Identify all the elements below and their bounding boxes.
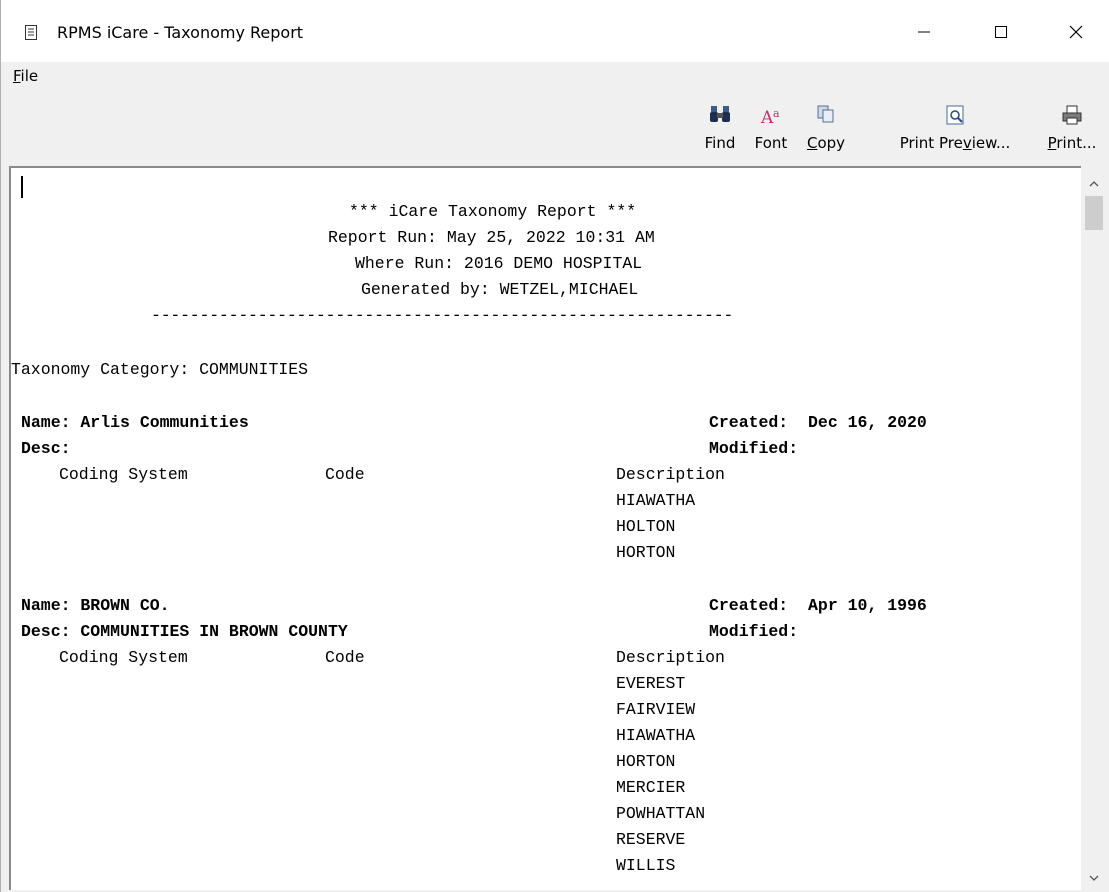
- col-coding-system: Coding System: [59, 648, 188, 667]
- taxonomy-report-window: RPMS iCare - Taxonomy Report File Find A…: [0, 0, 1109, 892]
- entry-modified: Modified:: [709, 439, 799, 458]
- list-item: HIAWATHA: [616, 491, 696, 510]
- report-header-by: Generated by: WETZEL,MICHAEL: [361, 280, 639, 299]
- col-coding-system: Coding System: [59, 465, 188, 484]
- document-icon: [25, 25, 37, 40]
- taxonomy-category: Taxonomy Category: COMMUNITIES: [11, 360, 309, 379]
- printer-icon: [1037, 104, 1107, 128]
- col-description: Description: [616, 648, 725, 667]
- svg-text:a: a: [773, 107, 780, 120]
- list-item: HIAWATHA: [616, 726, 696, 745]
- toolbar: Find A a Font Copy Print Preview... Prin…: [1, 92, 1109, 166]
- window-title: RPMS iCare - Taxonomy Report: [57, 23, 304, 42]
- entry-created: Created: Dec 16, 2020: [709, 413, 927, 432]
- col-description: Description: [616, 465, 725, 484]
- entry-modified: Modified:: [709, 622, 799, 641]
- print-button[interactable]: Print...: [1037, 104, 1107, 152]
- list-item: POWHATTAN: [616, 804, 706, 823]
- copy-label: Copy: [806, 134, 846, 152]
- list-item: HORTON: [616, 752, 676, 771]
- title-bar[interactable]: RPMS iCare - Taxonomy Report: [1, 0, 1109, 62]
- menu-file[interactable]: File: [13, 67, 38, 85]
- entry-desc: Desc:: [21, 439, 71, 458]
- maximize-icon: [994, 24, 1008, 43]
- print-preview-icon: [894, 104, 1016, 128]
- minimize-icon: [917, 24, 931, 43]
- text-caret: [21, 176, 23, 198]
- font-icon: A a: [749, 104, 793, 128]
- close-icon: [1069, 24, 1083, 43]
- entry-desc: Desc: COMMUNITIES IN BROWN COUNTY: [21, 622, 348, 641]
- list-item: EVEREST: [616, 674, 686, 693]
- entry-created: Created: Apr 10, 1996: [709, 596, 927, 615]
- close-button[interactable]: [1053, 10, 1099, 56]
- print-preview-button[interactable]: Print Preview...: [894, 104, 1016, 152]
- chevron-up-icon: [1089, 172, 1099, 191]
- copy-icon: [801, 104, 851, 128]
- entry-name: Name: BROWN CO.: [21, 596, 170, 615]
- scroll-down-button[interactable]: [1081, 864, 1107, 886]
- find-button[interactable]: Find: [697, 104, 743, 152]
- font-button[interactable]: A a Font: [749, 104, 793, 152]
- list-item: MERCIER: [616, 778, 686, 797]
- col-code: Code: [325, 465, 365, 484]
- vertical-scrollbar[interactable]: [1081, 166, 1107, 890]
- scroll-up-button[interactable]: [1081, 170, 1107, 192]
- font-label: Font: [754, 134, 788, 152]
- print-preview-label: Print Preview...: [899, 134, 1011, 152]
- report-separator: ----------------------------------------…: [151, 306, 734, 325]
- chevron-down-icon: [1089, 866, 1099, 885]
- col-code: Code: [325, 648, 365, 667]
- report-header-where: Where Run: 2016 DEMO HOSPITAL: [355, 254, 643, 273]
- print-label: Print...: [1047, 134, 1097, 152]
- menu-bar: File: [1, 62, 1109, 92]
- report-header-title: *** iCare Taxonomy Report ***: [349, 202, 637, 221]
- list-item: WILLIS: [616, 856, 676, 875]
- scrollbar-thumb[interactable]: [1085, 196, 1103, 230]
- svg-text:A: A: [760, 108, 774, 126]
- minimize-button[interactable]: [901, 10, 947, 56]
- find-label: Find: [704, 134, 736, 152]
- list-item: FAIRVIEW: [616, 700, 696, 719]
- list-item: HOLTON: [616, 517, 676, 536]
- list-item: HORTON: [616, 543, 676, 562]
- report-text-area[interactable]: *** iCare Taxonomy Report *** Report Run…: [9, 166, 1086, 890]
- entry-name: Name: Arlis Communities: [21, 413, 249, 432]
- binoculars-icon: [697, 104, 743, 128]
- copy-button[interactable]: Copy: [801, 104, 851, 152]
- list-item: RESERVE: [616, 830, 686, 849]
- maximize-button[interactable]: [978, 10, 1024, 56]
- report-header-run: Report Run: May 25, 2022 10:31 AM: [328, 228, 655, 247]
